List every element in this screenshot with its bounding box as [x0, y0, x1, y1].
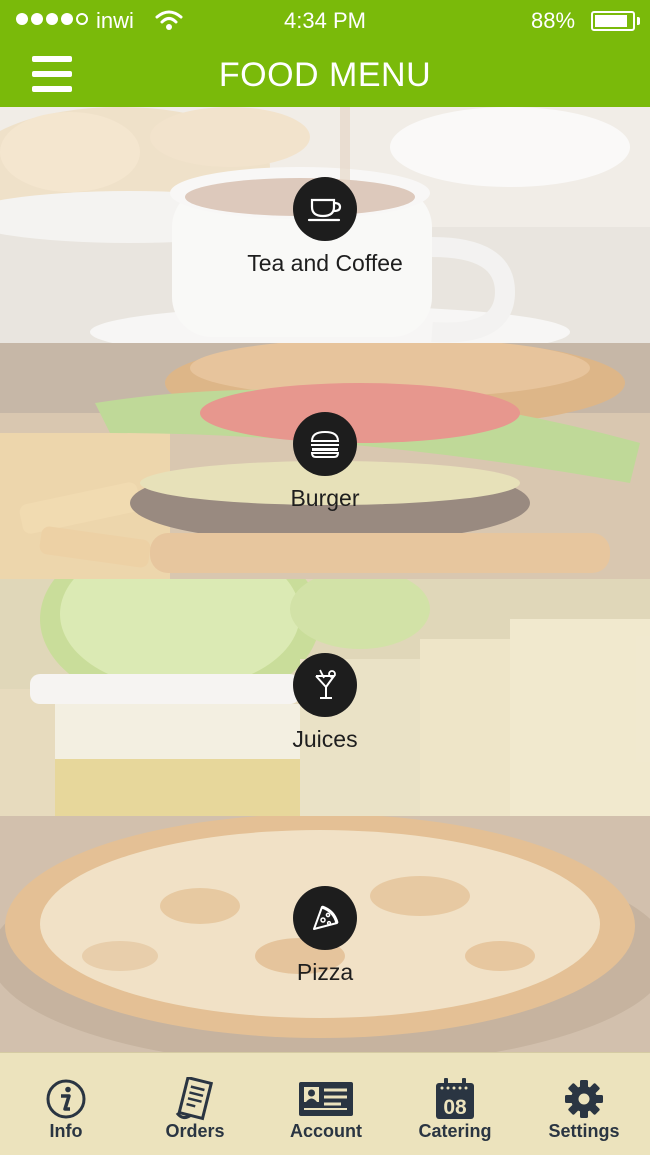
receipt-icon	[140, 1075, 250, 1123]
tab-label: Account	[290, 1121, 362, 1141]
tab-orders[interactable]: Orders	[140, 1053, 250, 1155]
tab-label: Orders	[165, 1121, 225, 1141]
category-tile-juices[interactable]: Juices	[0, 579, 650, 816]
burger-icon	[293, 412, 357, 476]
category-label: Tea and Coffee	[247, 250, 403, 276]
tab-catering[interactable]: 08 Catering	[400, 1053, 510, 1155]
title-bar: FOOD MENU	[0, 42, 650, 107]
category-tile-burger[interactable]: Burger	[0, 343, 650, 579]
calendar-icon: 08	[400, 1075, 510, 1123]
tab-account[interactable]: Account	[271, 1053, 381, 1155]
battery-tip	[637, 17, 640, 25]
page-title: FOOD MENU	[218, 56, 432, 94]
battery-icon	[591, 11, 635, 31]
category-tile-tea-coffee[interactable]: Tea and Coffee	[0, 107, 650, 343]
cocktail-icon	[293, 653, 357, 717]
battery-percent: 88%	[531, 8, 576, 33]
tab-info[interactable]: Info	[11, 1053, 121, 1155]
coffee-cup-icon	[293, 177, 357, 241]
calendar-date: 08	[443, 1096, 467, 1119]
category-label: Pizza	[296, 959, 354, 985]
gear-icon	[529, 1075, 639, 1123]
category-label: Juices	[292, 726, 358, 752]
tab-label: Catering	[418, 1121, 492, 1141]
tab-label: Info	[49, 1121, 83, 1141]
id-card-icon	[271, 1075, 381, 1123]
category-tile-pizza[interactable]: Pizza	[0, 816, 650, 1052]
tab-settings[interactable]: Settings	[529, 1053, 639, 1155]
tab-label: Settings	[548, 1121, 620, 1141]
app-header: inwi 4:34 PM 88% FOOD MENU	[0, 0, 650, 107]
status-bar: inwi 4:34 PM 88%	[0, 0, 650, 42]
category-label: Burger	[290, 485, 360, 511]
info-icon	[11, 1075, 121, 1123]
pizza-slice-icon	[293, 886, 357, 950]
bottom-tab-bar: Info Orders Account 08 Catering Settings	[0, 1052, 650, 1155]
